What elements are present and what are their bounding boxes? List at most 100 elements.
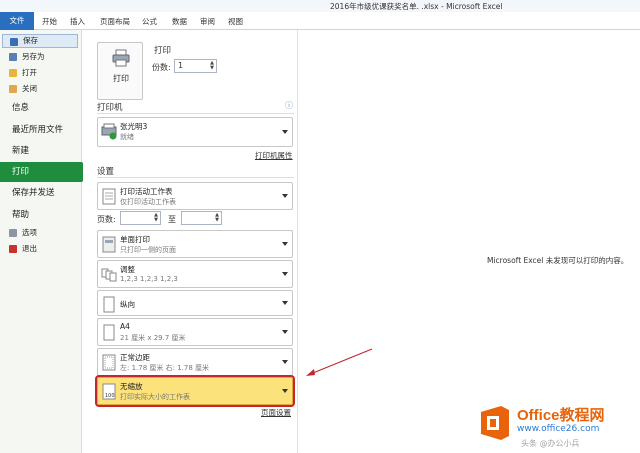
tab-view[interactable]: 视图 xyxy=(228,14,243,30)
printer-ready-icon xyxy=(101,123,117,140)
printer-dropdown[interactable]: 张光明3 就绪 xyxy=(97,117,293,147)
paper-size-dropdown[interactable]: A4 21 厘米 x 29.7 厘米 xyxy=(97,318,293,346)
copies-stepper[interactable]: 1 ▲ ▼ xyxy=(174,59,217,73)
open-folder-icon xyxy=(9,69,17,77)
portrait-icon xyxy=(103,296,115,313)
nav-exit-label: 退出 xyxy=(22,244,37,253)
office-logo-icon xyxy=(481,406,509,440)
margins-dropdown[interactable]: 正常边距 左: 1.78 厘米 右: 1.78 厘米 xyxy=(97,348,293,376)
orientation-title: 纵向 xyxy=(120,300,135,309)
print-section-title: 打印 xyxy=(154,46,172,56)
printer-status: 就绪 xyxy=(120,133,134,141)
scaling-dropdown[interactable]: 100 无缩放 打印实际大小的工作表 xyxy=(95,375,295,407)
nav-close[interactable]: 关闭 xyxy=(2,82,78,96)
nav-print[interactable]: 打印 xyxy=(0,162,91,182)
scaling-sub: 打印实际大小的工作表 xyxy=(120,393,190,401)
nav-open-label: 打开 xyxy=(22,68,37,77)
close-folder-icon xyxy=(9,85,17,93)
chevron-down-icon xyxy=(282,242,288,246)
chevron-down-icon xyxy=(282,272,288,276)
pages-from-input[interactable]: ▲ ▼ xyxy=(120,211,161,225)
chevron-down-icon xyxy=(282,389,288,393)
nav-open[interactable]: 打开 xyxy=(2,66,78,80)
sides-sub: 只打印一侧的页面 xyxy=(120,246,176,254)
print-what-dropdown[interactable]: 打印活动工作表 仅打印活动工作表 xyxy=(97,182,293,210)
margins-title: 正常边距 xyxy=(120,353,150,362)
printer-properties-link[interactable]: 打印机属性 xyxy=(255,150,293,161)
nav-info[interactable]: 信息 xyxy=(0,98,82,118)
collate-sub: 1,2,3 1,2,3 1,2,3 xyxy=(120,275,178,283)
window-title: 2016年市级优课获奖名单. .xlsx - Microsoft Excel xyxy=(330,2,503,11)
nav-save-send[interactable]: 保存并发送 xyxy=(0,183,82,203)
print-button[interactable]: 打印 xyxy=(97,42,143,100)
preview-message: Microsoft Excel 未发现可以打印的内容。 xyxy=(487,256,629,265)
pages-to-label: 至 xyxy=(168,215,176,224)
print-what-sub: 仅打印活动工作表 xyxy=(120,198,176,206)
divider xyxy=(97,113,294,114)
tab-file[interactable]: 文件 xyxy=(0,12,34,30)
watermark-author: 头条 @办公小兵 xyxy=(521,439,580,448)
nav-save-as[interactable]: 另存为 xyxy=(2,50,78,64)
nav-save-as-label: 另存为 xyxy=(22,52,45,61)
options-icon xyxy=(9,229,17,237)
print-settings-panel: 打印 打印 份数: 1 ▲ ▼ 打印机 ⓘ 张光明3 就绪 打印机属性 设置 打印… xyxy=(83,30,298,453)
pages-label: 页数: xyxy=(97,215,116,224)
exit-icon xyxy=(9,245,17,253)
chevron-down-icon xyxy=(282,330,288,334)
chevron-down-icon xyxy=(282,130,288,134)
printer-name: 张光明3 xyxy=(120,122,148,131)
tab-insert[interactable]: 插入 xyxy=(70,14,85,30)
print-what-title: 打印活动工作表 xyxy=(120,187,173,196)
orientation-dropdown[interactable]: 纵向 xyxy=(97,290,293,316)
watermark-url: www.office26.com xyxy=(517,424,600,434)
stepper-arrows-icon[interactable]: ▲ ▼ xyxy=(215,213,219,223)
tab-data[interactable]: 数据 xyxy=(172,14,187,30)
watermark-brand: Office教程网 xyxy=(517,407,605,424)
title-bar: 2016年市级优课获奖名单. .xlsx - Microsoft Excel xyxy=(0,0,640,12)
ribbon-tabs: 文件 开始 插入 页面布局 公式 数据 审阅 视图 xyxy=(0,12,640,30)
divider xyxy=(97,177,294,178)
stepper-arrows-icon[interactable]: ▲ ▼ xyxy=(210,61,214,71)
backstage-nav: 保存 另存为 打开 关闭 信息 最近所用文件 新建 打印 保存并发送 帮助 选项… xyxy=(0,30,91,453)
no-scaling-icon: 100 xyxy=(102,383,116,400)
chevron-down-icon xyxy=(282,301,288,305)
tab-formulas[interactable]: 公式 xyxy=(142,14,157,30)
tab-page-layout[interactable]: 页面布局 xyxy=(100,14,130,30)
collate-title: 调整 xyxy=(120,265,135,274)
nav-recent[interactable]: 最近所用文件 xyxy=(0,120,82,140)
tab-home[interactable]: 开始 xyxy=(42,14,57,30)
printer-section-title: 打印机 xyxy=(97,103,123,113)
info-icon[interactable]: ⓘ xyxy=(285,100,293,111)
save-as-icon xyxy=(9,53,17,61)
single-sided-icon xyxy=(102,236,116,253)
copies-label: 份数: xyxy=(152,63,171,72)
nav-save-label: 保存 xyxy=(23,36,38,45)
printer-icon xyxy=(112,49,130,67)
paper-icon xyxy=(103,324,115,341)
page-setup-link[interactable]: 页面设置 xyxy=(261,407,291,418)
svg-text:100: 100 xyxy=(105,393,115,399)
nav-options-label: 选项 xyxy=(22,228,37,237)
settings-section-title: 设置 xyxy=(97,167,115,177)
chevron-down-icon xyxy=(282,360,288,364)
copies-value: 1 xyxy=(178,61,184,70)
nav-save[interactable]: 保存 xyxy=(2,34,78,48)
pages-to-input[interactable]: ▲ ▼ xyxy=(181,211,222,225)
stepper-arrows-icon[interactable]: ▲ ▼ xyxy=(154,213,158,223)
scaling-title: 无缩放 xyxy=(120,382,143,391)
tab-review[interactable]: 审阅 xyxy=(200,14,215,30)
margins-sub: 左: 1.78 厘米 右: 1.78 厘米 xyxy=(120,364,210,372)
nav-new[interactable]: 新建 xyxy=(0,141,82,161)
chevron-down-icon xyxy=(282,194,288,198)
nav-help[interactable]: 帮助 xyxy=(0,205,82,225)
sides-title: 单面打印 xyxy=(120,235,150,244)
nav-exit[interactable]: 退出 xyxy=(2,242,78,256)
sides-dropdown[interactable]: 单面打印 只打印一侧的页面 xyxy=(97,230,293,258)
nav-close-label: 关闭 xyxy=(22,84,37,93)
print-button-label: 打印 xyxy=(113,74,129,83)
nav-options[interactable]: 选项 xyxy=(2,226,78,240)
collate-dropdown[interactable]: 调整 1,2,3 1,2,3 1,2,3 xyxy=(97,260,293,288)
annotation-arrow xyxy=(306,348,373,376)
watermark-logo: Office教程网 www.office26.com 头条 @办公小兵 xyxy=(477,400,637,452)
paper-title: A4 xyxy=(120,322,130,331)
